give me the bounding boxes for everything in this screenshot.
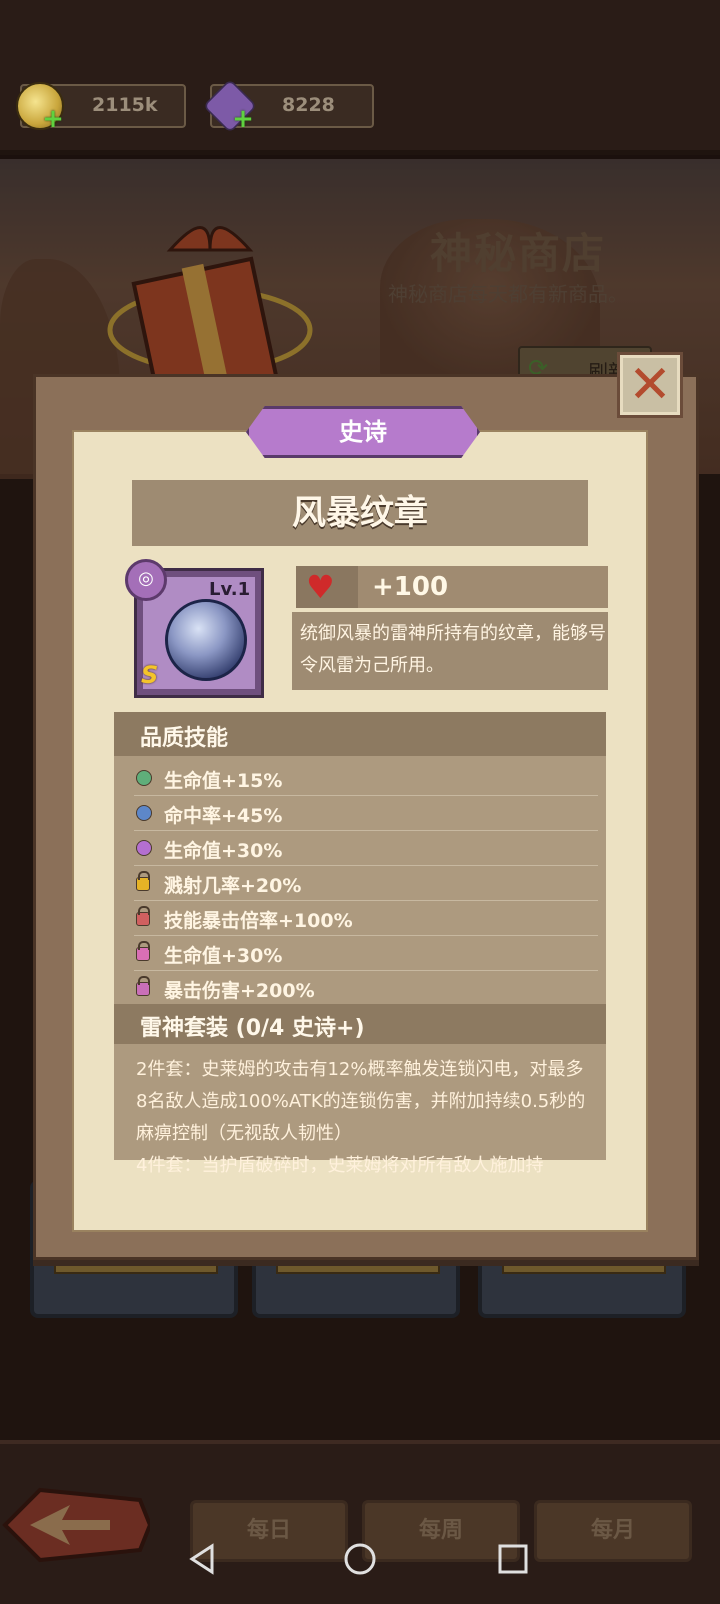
- skill-row: 暴击伤害+200%: [134, 970, 598, 1005]
- red-lock-icon: [136, 906, 150, 926]
- gold-currency[interactable]: + 2115k: [16, 82, 186, 132]
- skill-row: 生命值+15%: [134, 760, 598, 796]
- quality-skills-title: 品质技能: [140, 726, 229, 751]
- item-description: 统御风暴的雷神所持有的纹章，能够号令风雷为己所用。: [300, 623, 606, 676]
- skill-row: 溅射几率+20%: [134, 865, 598, 901]
- set-bonus-4: 4件套：当护盾破碎时，史莱姆将对所有敌人施加持: [136, 1155, 544, 1176]
- skill-row: 技能暴击倍率+100%: [134, 900, 598, 936]
- skill-row: 命中率+45%: [134, 795, 598, 831]
- gold-amount: 2115k: [92, 94, 158, 116]
- skill-label: 技能暴击倍率+100%: [164, 910, 353, 932]
- item-level: Lv.1: [209, 579, 251, 600]
- item-description-box: 统御风暴的雷神所持有的纹章，能够号令风雷为己所用。: [292, 612, 608, 690]
- storm-emblem-icon: [165, 599, 247, 681]
- set-bonus-2: 2件套：史莱姆的攻击有12%概率触发连锁闪电，对最多8名敌人造成100%ATK的…: [136, 1059, 586, 1144]
- skill-label: 生命值+30%: [164, 945, 283, 967]
- gem-currency[interactable]: + 8228: [202, 78, 374, 134]
- equipment-slot-icon: ◎: [125, 559, 167, 601]
- skill-label: 命中率+45%: [164, 805, 283, 827]
- add-gem-icon[interactable]: +: [232, 106, 254, 132]
- item-icon-frame: Lv.1 S ◎: [125, 559, 264, 698]
- skill-row: 生命值+30%: [134, 830, 598, 866]
- quality-skills-header: 品质技能: [114, 712, 606, 756]
- skill-label: 生命值+15%: [164, 770, 283, 792]
- system-nav-bar: [0, 1528, 720, 1588]
- nav-back-icon[interactable]: [186, 1542, 220, 1576]
- nav-home-icon[interactable]: [343, 1542, 377, 1576]
- heart-icon: ♥: [306, 568, 335, 606]
- blue-dot-icon: [136, 805, 152, 821]
- green-dot-icon: [136, 770, 152, 786]
- nav-recents-icon[interactable]: [496, 1542, 530, 1576]
- pink-lock-2-icon: [136, 976, 150, 996]
- heart-icon-box: ♥: [296, 566, 358, 608]
- set-header: 雷神套装 (0/4 史诗+): [114, 1004, 606, 1044]
- skill-label: 暴击伤害+200%: [164, 980, 315, 1002]
- yellow-lock-icon: [136, 871, 150, 891]
- pink-lock-icon: [136, 941, 150, 961]
- close-button[interactable]: ✕: [617, 352, 683, 418]
- item-name: 风暴纹章: [292, 493, 428, 533]
- item-name-bar: 风暴纹章: [132, 480, 588, 546]
- rarity-badge: 史诗: [246, 406, 480, 458]
- add-gold-icon[interactable]: +: [42, 106, 64, 132]
- item-grade: S: [141, 661, 159, 689]
- stat-bar: ♥ +100: [296, 566, 608, 608]
- skill-label: 生命值+30%: [164, 840, 283, 862]
- skills-section[interactable]: 品质技能 生命值+15% 命中率+45% 生命值+30% 溅射几率+20% 技能…: [114, 712, 606, 1160]
- close-icon: ✕: [628, 355, 672, 415]
- top-bar: + 2115k + 8228: [0, 0, 720, 150]
- purple-dot-icon: [136, 840, 152, 856]
- skill-row: 生命值+30%: [134, 935, 598, 971]
- set-title: 雷神套装 (0/4 史诗+): [140, 1016, 365, 1041]
- stat-value: +100: [372, 572, 449, 602]
- gem-amount: 8228: [282, 94, 335, 116]
- skill-label: 溅射几率+20%: [164, 875, 302, 897]
